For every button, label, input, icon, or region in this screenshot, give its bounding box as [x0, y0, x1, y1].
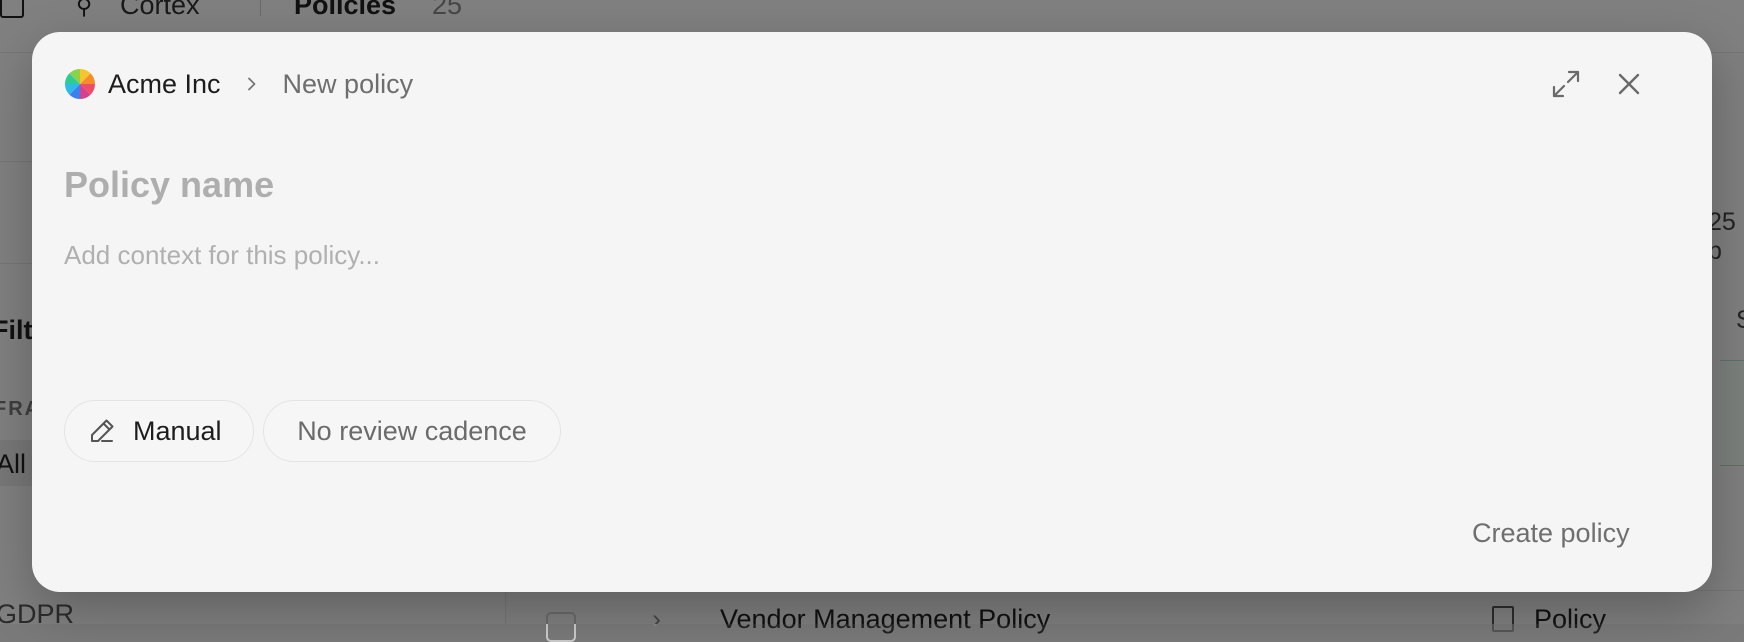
- review-cadence-button[interactable]: No review cadence: [263, 400, 561, 462]
- expand-icon: [1552, 70, 1580, 98]
- breadcrumb-current: New policy: [282, 68, 414, 99]
- review-cadence-label: No review cadence: [297, 415, 527, 446]
- pencil-icon: [91, 419, 114, 442]
- close-icon: [1618, 73, 1640, 95]
- manual-mode-button[interactable]: Manual: [64, 400, 254, 462]
- new-policy-modal: Acme Inc New policy Ma: [32, 32, 1712, 592]
- expand-button[interactable]: [1544, 62, 1588, 106]
- close-button[interactable]: [1607, 62, 1651, 106]
- create-policy-button[interactable]: Create policy: [1472, 518, 1630, 549]
- acme-logo-icon: [65, 69, 95, 99]
- policy-name-input[interactable]: [64, 160, 1564, 210]
- chevron-right-icon: [247, 77, 255, 91]
- org-name[interactable]: Acme Inc: [108, 69, 221, 100]
- breadcrumb: Acme Inc New policy: [64, 66, 413, 102]
- policy-context-input[interactable]: [64, 238, 1664, 358]
- manual-mode-label: Manual: [133, 415, 222, 446]
